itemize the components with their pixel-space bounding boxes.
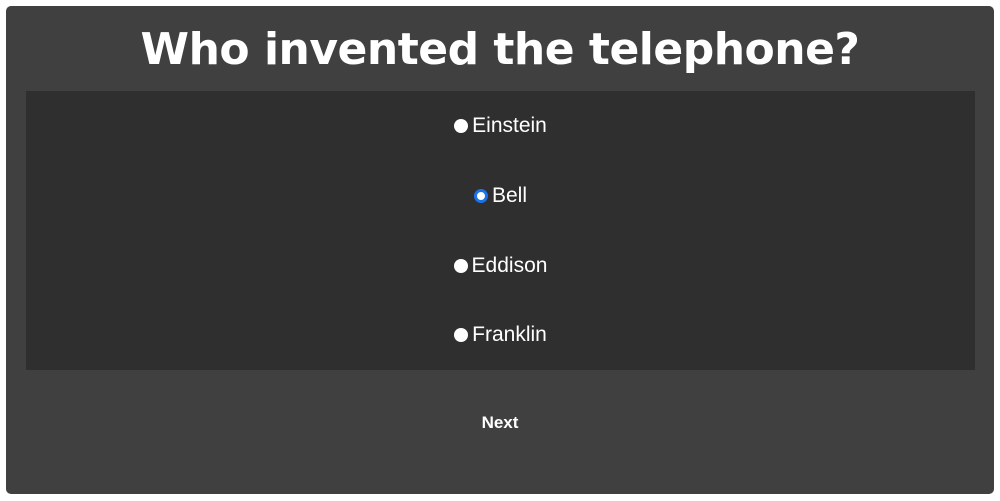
options-panel: Einstein Bell Eddison Franklin xyxy=(26,91,975,370)
option-label: Eddison xyxy=(471,254,548,277)
next-button[interactable]: Next xyxy=(450,406,550,440)
quiz-card: Who invented the telephone? Einstein Bel… xyxy=(6,6,994,494)
radio-button-selected[interactable] xyxy=(473,189,488,203)
option-label: Bell xyxy=(491,184,528,207)
option-franklin[interactable]: Franklin xyxy=(26,320,975,350)
option-einstein[interactable]: Einstein xyxy=(26,111,975,141)
radio-button-unselected[interactable] xyxy=(453,259,468,273)
option-label: Einstein xyxy=(472,114,547,137)
option-bell[interactable]: Bell xyxy=(26,181,975,211)
option-eddison[interactable]: Eddison xyxy=(26,251,975,281)
radio-button-unselected[interactable] xyxy=(454,328,469,342)
question-title: Who invented the telephone? xyxy=(140,24,860,75)
option-label: Franklin xyxy=(472,323,547,346)
radio-button-unselected[interactable] xyxy=(454,119,469,133)
